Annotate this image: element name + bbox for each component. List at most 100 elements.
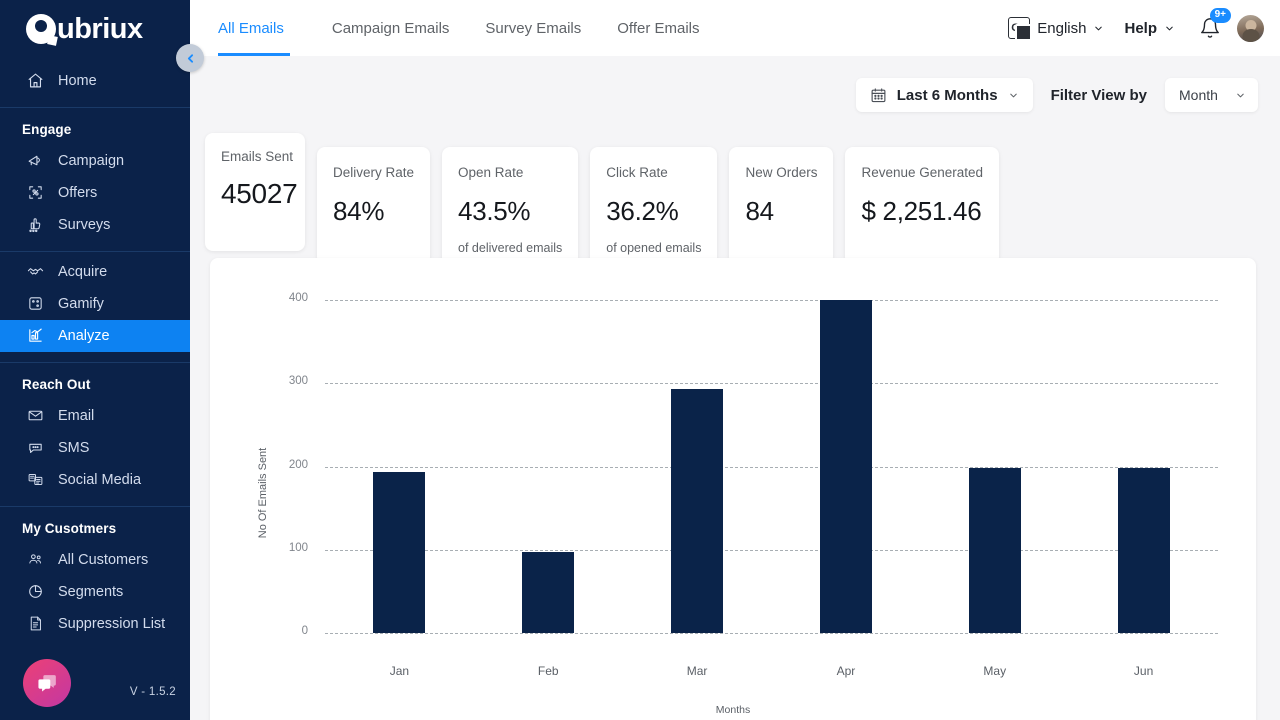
sidebar-section-my-customers: My Cusotmers All Customers Segments Supp… [0,507,190,650]
bar-column[interactable] [920,300,1069,633]
app-root: ubriux Home Engage Campaign [0,0,1280,720]
bar[interactable] [969,468,1021,633]
metric-card-open-rate: Open Rate 43.5% of delivered emails [442,147,578,271]
bar[interactable] [671,389,723,633]
tab-all-emails[interactable]: All Emails [218,0,302,56]
chevron-down-icon [1008,90,1019,101]
language-selector[interactable]: English [998,17,1114,39]
chart-area: No Of Emails Sent Months 0100200300400 J… [210,258,1256,720]
sidebar-item-surveys[interactable]: Surveys [0,209,190,241]
avatar[interactable] [1237,15,1264,42]
y-tick-label: 0 [272,625,308,637]
logo[interactable]: ubriux [0,0,190,59]
sidebar-item-acquire[interactable]: Acquire [0,256,190,288]
date-range-label: Last 6 Months [897,87,998,104]
metric-card-revenue-generated: Revenue Generated $ 2,251.46 [845,147,999,265]
dice-icon [26,295,44,313]
metric-label: New Orders [745,165,817,180]
logo-mark-icon [26,14,56,44]
granularity-value: Month [1179,87,1218,103]
sidebar-item-home[interactable]: Home [0,65,190,97]
sidebar-item-label: All Customers [58,552,148,568]
help-menu[interactable]: Help [1114,20,1185,37]
metric-value: $ 2,251.46 [861,196,983,227]
metric-value: 84% [333,196,414,227]
metric-value: 45027 [221,178,289,210]
thumbs-up-icon [26,216,44,234]
bar-column[interactable] [474,300,623,633]
emails-sent-chart-panel: No Of Emails Sent Months 0100200300400 J… [210,258,1256,720]
tab-survey-emails[interactable]: Survey Emails [467,0,599,56]
chat-bubble-icon [26,439,44,457]
sidebar-item-email[interactable]: Email [0,400,190,432]
tab-offer-emails[interactable]: Offer Emails [599,0,717,56]
sidebar-footer: V - 1.5.2 [0,650,190,720]
metric-card-click-rate: Click Rate 36.2% of opened emails [590,147,717,271]
home-icon [26,72,44,90]
bar-column[interactable] [772,300,921,633]
sidebar-section-analytics: Acquire Gamify Analyze [0,252,190,363]
chat-support-button[interactable] [23,659,71,707]
tab-label: Campaign Emails [332,20,450,37]
sidebar-item-suppression-list[interactable]: Suppression List [0,608,190,640]
sidebar-section-title: Reach Out [0,367,190,400]
granularity-select[interactable]: Month [1165,78,1258,112]
sidebar: ubriux Home Engage Campaign [0,0,190,720]
social-media-icon [26,471,44,489]
tab-label: Offer Emails [617,20,699,37]
sidebar-section-engage: Engage Campaign Offers Surveys [0,108,190,252]
sidebar-item-label: Home [58,73,97,89]
sidebar-collapse-button[interactable] [176,44,204,72]
megaphone-icon [26,152,44,170]
main-content: All Emails Campaign Emails Survey Emails… [190,0,1280,720]
logo-text: ubriux [57,13,143,46]
chevron-left-icon [184,52,197,65]
chart-bars [325,300,1218,633]
sidebar-item-offers[interactable]: Offers [0,177,190,209]
sidebar-item-label: SMS [58,440,89,456]
bar-column[interactable] [623,300,772,633]
y-tick-label: 300 [272,375,308,387]
metric-label: Click Rate [606,165,701,180]
bar[interactable] [373,472,425,633]
tab-campaign-emails[interactable]: Campaign Emails [314,0,468,56]
sidebar-item-label: Social Media [58,472,141,488]
sidebar-item-social-media[interactable]: Social Media [0,464,190,496]
sidebar-item-campaign[interactable]: Campaign [0,145,190,177]
sidebar-section-reach-out: Reach Out Email SMS Social Media [0,363,190,507]
email-tabs: All Emails Campaign Emails Survey Emails… [218,0,718,56]
bar[interactable] [522,552,574,633]
sidebar-item-label: Email [58,408,94,424]
x-tick-label: May [920,664,1069,678]
sidebar-item-analyze[interactable]: Analyze [0,320,190,352]
sidebar-item-gamify[interactable]: Gamify [0,288,190,320]
bar-column[interactable] [1069,300,1218,633]
notifications-button[interactable]: 9+ [1185,17,1233,39]
metric-card-new-orders: New Orders 84 [729,147,833,265]
sidebar-item-sms[interactable]: SMS [0,432,190,464]
calendar-icon [870,87,887,104]
sidebar-section-title: Engage [0,112,190,145]
pie-chart-icon [26,583,44,601]
metric-label: Open Rate [458,165,562,180]
sidebar-item-label: Offers [58,185,97,201]
bar[interactable] [820,300,872,633]
filter-view-by-label: Filter View by [1051,87,1147,104]
date-range-selector[interactable]: Last 6 Months [856,78,1033,112]
document-list-icon [26,615,44,633]
sidebar-item-segments[interactable]: Segments [0,576,190,608]
notification-badge: 9+ [1210,8,1231,23]
x-tick-label: Jan [325,664,474,678]
tab-label: Survey Emails [485,20,581,37]
sidebar-item-all-customers[interactable]: All Customers [0,544,190,576]
sidebar-item-label: Surveys [58,217,110,233]
chart-y-axis-label: No Of Emails Sent [257,448,269,538]
x-tick-label: Feb [474,664,623,678]
sidebar-item-label: Campaign [58,153,124,169]
bar[interactable] [1118,468,1170,633]
language-label: English [1037,20,1086,37]
bar-column[interactable] [325,300,474,633]
topbar: All Emails Campaign Emails Survey Emails… [190,0,1280,56]
gridline [325,633,1218,634]
sidebar-item-label: Acquire [58,264,107,280]
